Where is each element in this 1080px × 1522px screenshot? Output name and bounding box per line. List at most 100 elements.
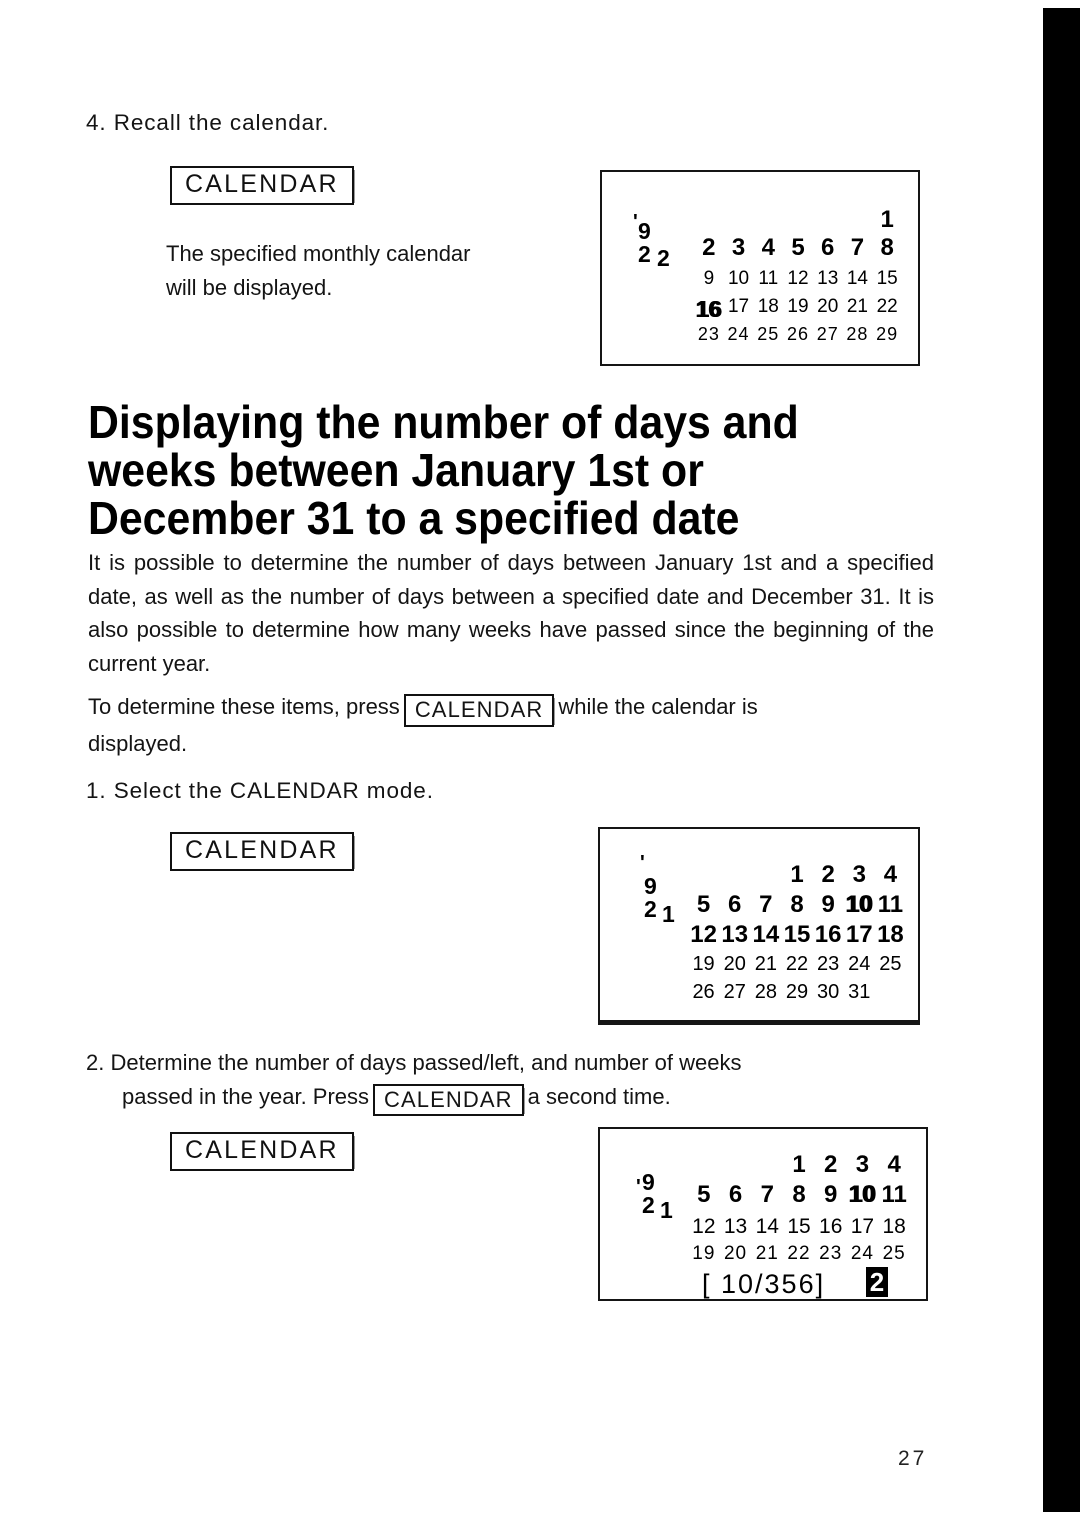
day-cell: 27 [723,981,746,1003]
day-cell: 8 [792,1181,806,1208]
day-cell: 14 [846,268,868,289]
lcd-display-january-result: ' 9 2 1 1 2 3 4 5 6 7 8 9 10 11 12 13 14… [598,1127,928,1301]
page-number: 27 [898,1447,928,1470]
step-4-description-line-1: The specified monthly calendar [166,241,471,266]
lcd-month: 1 [660,1197,673,1223]
lcd-week-row-1: 1 2 3 4 [688,1151,910,1179]
step-4-heading: 4. Recall the calendar. [86,110,330,135]
day-cell: 13 [723,1215,748,1238]
calendar-key-label: CALENDAR [170,166,355,205]
day-cell: 6 [728,891,742,918]
day-cell: 16 [814,921,842,948]
day-cell: 26 [786,324,809,344]
day-cell: 22 [876,296,898,317]
day-cell: 22 [787,1243,811,1264]
inline-calendar-key[interactable]: CALENDAR [373,1083,525,1117]
day-cell: 20 [817,296,839,317]
step-1-calendar-key[interactable]: CALENDAR [170,832,355,871]
headline-line-3: December 31 to a specified date [88,492,740,544]
day-cell: 3 [855,1151,870,1178]
day-cell: 4 [761,234,775,261]
day-cell: 24 [848,953,871,975]
step-4-description: The specified monthly calendar will be d… [166,237,566,304]
day-cell: 28 [846,324,869,344]
day-cell: 8 [880,234,894,261]
day-cell: 30 [817,981,840,1003]
day-cell: 6 [728,1181,743,1208]
day-cell: 19 [692,1243,716,1264]
lcd-month: 1 [662,901,675,927]
press-prefix: To determine these items, press [88,694,400,719]
day-cell: 11 [881,1181,907,1208]
day-cell: 3 [731,234,746,261]
day-cell: 9 [821,891,835,918]
day-cell: 23 [819,1243,843,1264]
headline-line-2: weeks between January 1st or [88,444,704,496]
day-cell: 1 [880,206,894,233]
day-cell: 14 [752,921,780,948]
lcd-year: 9 2 [642,1169,655,1218]
day-cell: 7 [759,891,773,918]
day-cell: 15 [783,921,811,948]
lcd-display-january: ' 9 2 1 1 2 3 4 5 6 7 8 9 10 11 12 13 14… [598,827,920,1025]
day-cell: 18 [877,921,904,948]
day-cell: 6 [821,234,835,261]
press-suffix: while the calendar is [558,694,758,719]
lcd-week-row-2: 5 6 7 8 9 10 11 [688,1178,910,1209]
lcd-display-february: ' 9 2 2 1 2 3 4 5 6 7 8 9 10 11 12 13 14… [600,170,920,366]
weeks-passed-badge: 2 [866,1267,888,1297]
day-cell: 12 [690,921,717,948]
lcd-apostrophe: ' [636,1176,641,1198]
lcd-week-row-2: 5 6 7 8 9 10 11 [688,888,906,919]
day-cell: 20 [723,953,746,975]
lcd-week-row-5: 26 27 28 29 30 31 [688,981,906,1004]
day-cell: 4 [887,1151,901,1178]
day-cell: 19 [787,296,809,317]
day-cell: 25 [879,953,902,975]
press-line-2: displayed. [88,730,188,756]
day-cell: 2 [821,861,835,888]
day-cell: 29 [785,981,809,1003]
day-cell: 22 [785,953,809,975]
lcd-week-row-2: 2 3 4 5 6 7 8 [694,234,902,262]
day-cell-cursor: 16 [693,293,724,323]
lcd-week-row-3: 12 13 14 15 16 17 18 [688,1215,910,1239]
day-cell: 10 [727,268,750,289]
lcd-week-row-4: 19 20 21 22 23 24 25 [688,1243,910,1265]
day-cell: 1 [790,861,804,888]
step-2-calendar-key[interactable]: CALENDAR [170,1132,355,1171]
step-4-calendar-key[interactable]: CALENDAR [170,166,355,205]
day-cell: 5 [697,1181,711,1208]
day-cell: 2 [824,1151,838,1178]
day-cell: 8 [790,891,804,918]
inline-calendar-key[interactable]: CALENDAR [403,694,556,727]
day-cell: 24 [850,1243,874,1264]
step-2-line-1: 2. Determine the number of days passed/l… [86,1050,742,1075]
day-cell: 23 [697,324,720,344]
day-cell: 15 [876,268,898,289]
days-passed-readout: [ 10/356] [702,1269,826,1299]
day-cell: 7 [760,1181,774,1208]
day-cell-cursor: 10 [844,888,875,919]
day-cell: 9 [703,268,715,289]
lcd-apostrophe: ' [640,852,645,874]
lcd-week-row-1: 1 2 3 4 [688,861,906,889]
day-cell: 21 [755,1243,779,1264]
day-cell: 16 [819,1215,843,1238]
day-cell: 21 [846,296,868,317]
day-cell: 25 [757,324,780,344]
day-cell: 13 [721,921,749,948]
step-2-instruction: 2. Determine the number of days passed/l… [86,1046,966,1117]
day-cell: 25 [882,1243,906,1264]
day-cell: 18 [757,296,779,317]
day-cell: 12 [692,1215,716,1238]
section-headline: Displaying the number of days and weeks … [88,398,944,542]
lcd-year: 9 2 [644,873,657,922]
calendar-key-label: CALENDAR [170,832,355,871]
lcd-week-row-4: 16 17 18 19 20 21 22 [693,293,902,323]
calendar-key-label: CALENDAR [170,1132,355,1171]
step-2-line-2: passed in the year. Press CALENDAR a secon… [86,1080,966,1117]
day-cell: 7 [850,234,865,261]
step-2-suffix: a second time. [527,1083,671,1109]
step-2-prefix: passed in the year. Press [122,1083,370,1109]
